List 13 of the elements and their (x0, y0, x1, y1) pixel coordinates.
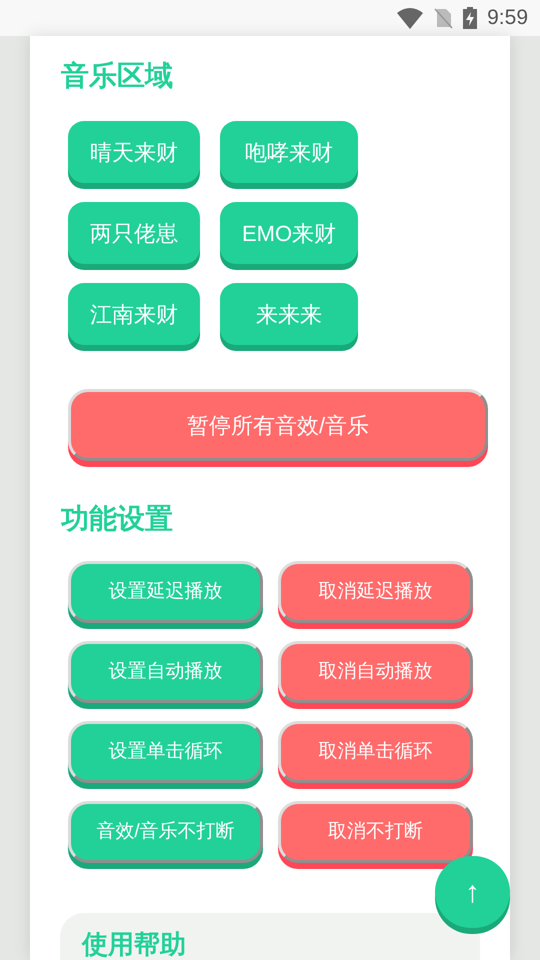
section-heading: 功能设置 (61, 502, 174, 536)
status-time: 9:59 (487, 5, 528, 32)
music-button[interactable]: EMO来财 (220, 202, 358, 264)
music-button[interactable]: 江南来财 (68, 283, 200, 345)
battery-charging-icon (463, 7, 478, 29)
no-sim-icon (433, 7, 454, 29)
section-heading: 使用帮助 (82, 929, 187, 959)
section-heading: 音乐区域 (61, 59, 174, 93)
music-button[interactable]: 咆哮来财 (220, 121, 358, 183)
music-button[interactable]: 两只佬崽 (68, 202, 200, 264)
music-button[interactable]: 晴天来财 (68, 121, 200, 183)
wifi-icon (397, 7, 424, 29)
music-button[interactable]: 来来来 (220, 283, 358, 345)
